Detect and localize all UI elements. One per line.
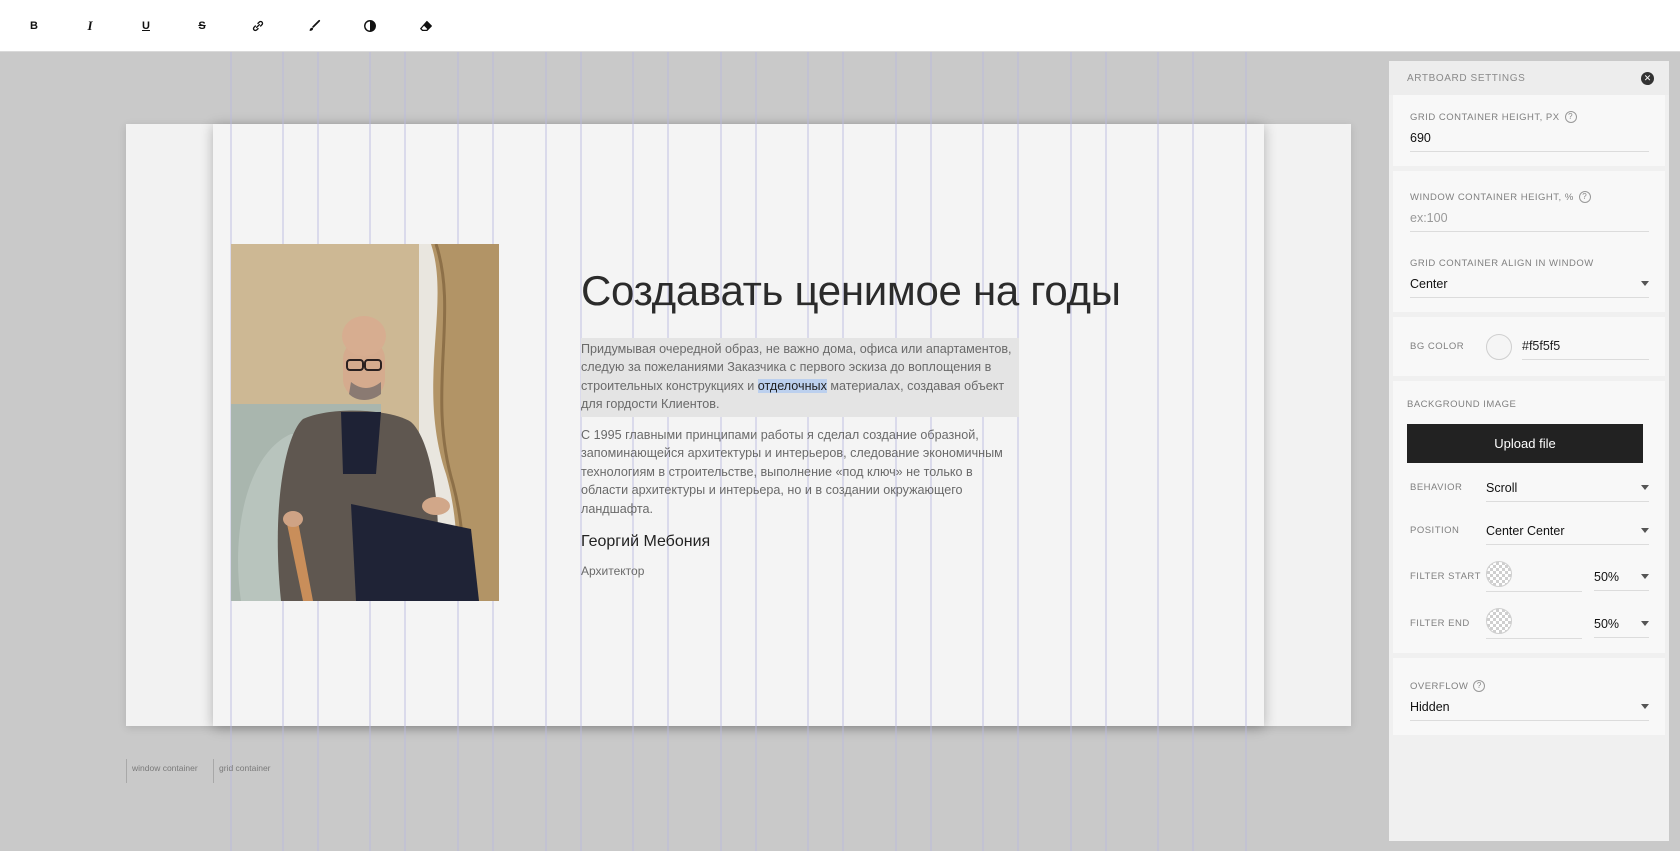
grid-height-label: GRID CONTAINER HEIGHT, PX [1410, 111, 1560, 123]
filter-end-row: FILTER END 50% [1410, 608, 1649, 639]
position-label: POSITION [1410, 525, 1460, 536]
help-icon[interactable]: ? [1473, 680, 1486, 692]
align-select[interactable]: Center [1410, 269, 1649, 298]
bg-image-section: BACKGROUND IMAGE Upload file BEHAVIOR Sc… [1393, 381, 1665, 653]
link-icon [252, 20, 264, 31]
filter-start-select[interactable]: 50% [1594, 562, 1649, 591]
overflow-section: OVERFLOW? Hidden [1393, 658, 1665, 735]
window-section: WINDOW CONTAINER HEIGHT, %? GRID CONTAIN… [1393, 171, 1665, 312]
transparent-swatch [1486, 608, 1512, 634]
upload-file-button[interactable]: Upload file [1407, 424, 1643, 463]
filter-start-row: FILTER START 50% [1410, 561, 1649, 592]
bg-color-section: BG COLOR #f5f5f5 [1393, 317, 1665, 376]
italic-icon: I [87, 17, 93, 33]
underline-button[interactable]: U [118, 0, 174, 52]
chevron-down-icon [1641, 281, 1649, 286]
overflow-label: OVERFLOW [1410, 680, 1469, 692]
position-row: POSITION Center Center [1410, 516, 1649, 545]
grid-height-section: GRID CONTAINER HEIGHT, PX? [1393, 95, 1665, 166]
filter-start-color[interactable] [1486, 561, 1582, 592]
bold-button[interactable]: B [6, 0, 62, 52]
italic-button[interactable]: I [62, 0, 118, 52]
bg-color-row: BG COLOR #f5f5f5 [1410, 333, 1649, 360]
window-height-label: WINDOW CONTAINER HEIGHT, % [1410, 191, 1574, 203]
grid-container-label: grid container [213, 759, 271, 783]
help-icon[interactable]: ? [1564, 111, 1577, 123]
bg-color-swatch[interactable] [1486, 333, 1512, 360]
position-value: Center Center [1486, 524, 1565, 538]
eraser-button[interactable] [398, 0, 454, 52]
filter-start-value: 50% [1594, 570, 1620, 584]
window-height-input[interactable] [1410, 203, 1649, 232]
position-select[interactable]: Center Center [1486, 516, 1649, 545]
portrait-image [231, 244, 499, 601]
portrait-photo[interactable] [231, 244, 499, 601]
close-icon[interactable]: ✕ [1641, 71, 1654, 85]
bold-icon: B [30, 19, 38, 32]
chevron-down-icon [1641, 704, 1649, 709]
filter-end-color[interactable] [1486, 608, 1582, 639]
underline-icon: U [142, 19, 150, 32]
window-height-label-row: WINDOW CONTAINER HEIGHT, %? [1410, 191, 1649, 203]
panel-header: ARTBOARD SETTINGS ✕ [1389, 61, 1669, 95]
strikethrough-button[interactable]: S [174, 0, 230, 52]
behavior-row: BEHAVIOR Scroll [1410, 473, 1649, 502]
filter-start-label: FILTER START [1410, 571, 1481, 582]
overflow-select[interactable]: Hidden [1410, 692, 1649, 721]
artboard-settings-panel: ARTBOARD SETTINGS ✕ GRID CONTAINER HEIGH… [1389, 61, 1669, 841]
overflow-label-row: OVERFLOW? [1410, 680, 1649, 692]
behavior-value: Scroll [1486, 481, 1518, 495]
brush-icon [309, 19, 321, 31]
chevron-down-icon [1641, 528, 1649, 533]
transparent-swatch [1486, 561, 1512, 587]
contrast-button[interactable] [342, 0, 398, 52]
link-button[interactable] [230, 0, 286, 52]
panel-title: ARTBOARD SETTINGS [1407, 72, 1526, 84]
selected-text: отделочных [757, 378, 827, 393]
filter-end-select[interactable]: 50% [1594, 609, 1649, 638]
author-name[interactable]: Георгий Мебония [581, 533, 710, 551]
chevron-down-icon [1641, 485, 1649, 490]
align-value: Center [1410, 277, 1448, 291]
grid-height-input[interactable] [1410, 123, 1649, 152]
chevron-down-icon [1641, 574, 1649, 579]
bg-color-label: BG COLOR [1410, 341, 1465, 352]
contrast-icon [364, 19, 376, 32]
filter-end-label: FILTER END [1410, 618, 1470, 629]
principles-paragraph[interactable]: С 1995 главными принципами работы я сдел… [581, 426, 1021, 518]
strikethrough-icon: S [198, 19, 206, 32]
window-container-label: window container [126, 759, 198, 783]
page-heading[interactable]: Создавать ценимое на годы [581, 267, 1121, 315]
chevron-down-icon [1641, 621, 1649, 626]
intro-paragraph[interactable]: Придумывая очередной образ, не важно дом… [581, 338, 1019, 417]
grid-height-label-row: GRID CONTAINER HEIGHT, PX? [1410, 111, 1649, 123]
eraser-icon [420, 20, 432, 31]
overflow-value: Hidden [1410, 700, 1450, 714]
bg-image-label: BACKGROUND IMAGE [1407, 399, 1517, 410]
bg-color-value[interactable]: #f5f5f5 [1522, 333, 1649, 360]
brush-button[interactable] [286, 0, 342, 52]
text-toolbar: B I U S [0, 0, 1680, 52]
behavior-select[interactable]: Scroll [1486, 473, 1649, 502]
filter-end-value: 50% [1594, 617, 1620, 631]
author-role[interactable]: Архитектор [581, 564, 644, 578]
align-label: GRID CONTAINER ALIGN IN WINDOW [1410, 258, 1594, 269]
behavior-label: BEHAVIOR [1410, 482, 1463, 493]
help-icon[interactable]: ? [1578, 191, 1591, 203]
